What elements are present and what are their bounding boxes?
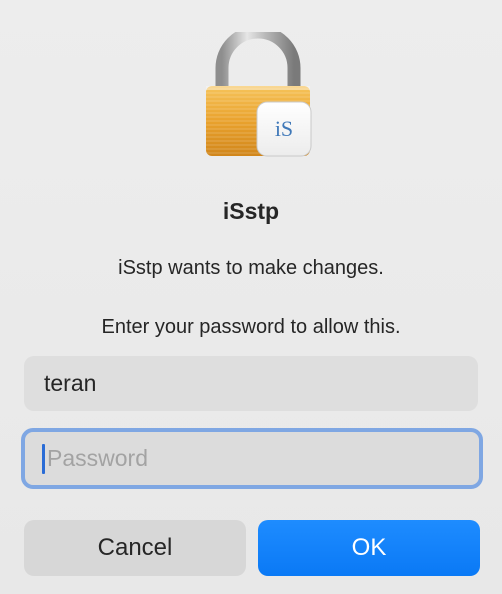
- auth-dialog: iS iSstp iSstp wants to make changes. En…: [0, 0, 502, 594]
- dialog-instruction: Enter your password to allow this.: [101, 316, 401, 338]
- dialog-message: iSstp wants to make changes.: [118, 257, 384, 279]
- password-field[interactable]: [21, 428, 483, 489]
- cancel-button[interactable]: Cancel: [24, 520, 246, 576]
- ok-button[interactable]: OK: [258, 520, 480, 576]
- padlock-icon: iS: [200, 32, 316, 160]
- isstp-app-icon: iS: [274, 116, 294, 141]
- username-field[interactable]: [24, 356, 478, 411]
- text-caret: [42, 444, 45, 474]
- dialog-title: iSstp: [222, 198, 280, 224]
